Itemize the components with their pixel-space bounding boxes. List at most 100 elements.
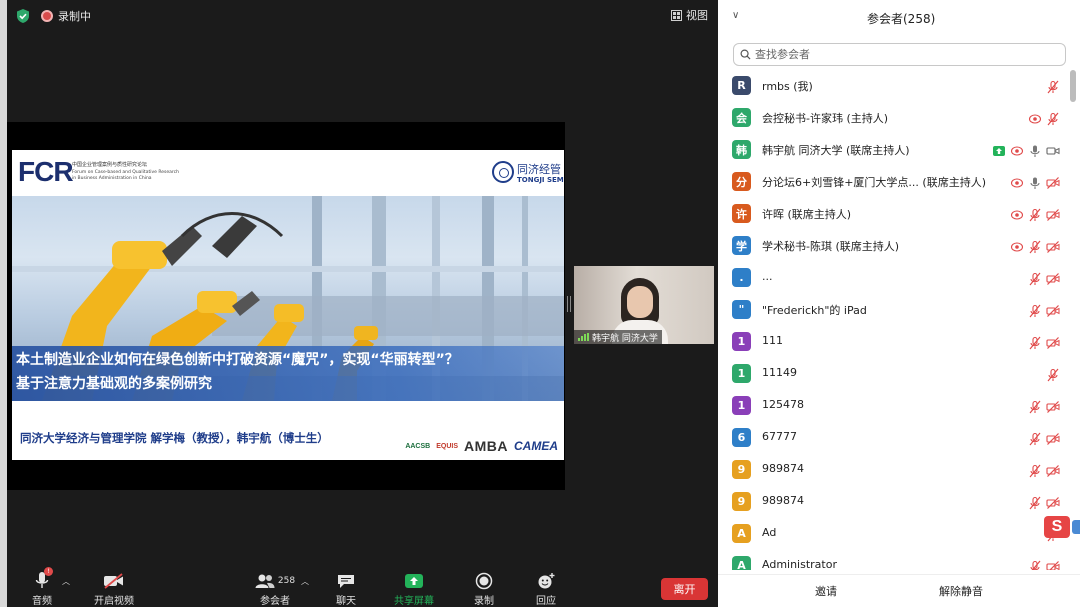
- record-button[interactable]: 录制: [469, 566, 499, 607]
- participant-row[interactable]: 9 989874: [718, 454, 1068, 486]
- participant-row[interactable]: A Ad: [718, 518, 1068, 550]
- forum-name-en-line1: Forum on Case-based and Qualitative Rese…: [72, 170, 179, 175]
- invite-button[interactable]: 邀请: [815, 583, 837, 599]
- video-off-icon[interactable]: [1046, 239, 1060, 253]
- reactions-label: 回应: [536, 596, 556, 607]
- participant-row[interactable]: Rrmbs (我): [718, 70, 1068, 102]
- presentation-slide: FCR 中国企业管理案例与质性研究论坛 Forum on Case-based …: [12, 150, 564, 460]
- signal-strength-icon: [578, 333, 589, 341]
- video-off-icon[interactable]: [1046, 463, 1060, 477]
- shield-icon[interactable]: [15, 8, 31, 24]
- recording-icon: [41, 10, 53, 22]
- participant-row[interactable]: 分分论坛6+刘雪锋+厦门大学点... (联席主持人): [718, 166, 1068, 198]
- share-icon: [992, 143, 1006, 157]
- audio-label: 音频: [32, 596, 52, 607]
- chat-label: 聊天: [336, 596, 356, 607]
- school-name-cn: 同济经管: [517, 163, 561, 176]
- participant-row[interactable]: 1 11149: [718, 358, 1068, 390]
- aacsb-logo: AACSB: [405, 442, 431, 450]
- mic-muted-icon[interactable]: [1028, 335, 1042, 350]
- participants-panel-title: 参会者(258): [867, 12, 936, 26]
- unmute-all-button[interactable]: 解除静音: [939, 583, 983, 599]
- participant-name: 67777: [762, 430, 797, 443]
- desktop-edge: [0, 0, 7, 607]
- mic-muted-icon[interactable]: [1028, 559, 1042, 570]
- speaker-video-tile[interactable]: 韩宇航 同济大学: [574, 266, 714, 344]
- chat-icon: [338, 574, 354, 588]
- video-off-icon[interactable]: [1046, 271, 1060, 285]
- participant-row[interactable]: 1 125478: [718, 390, 1068, 422]
- mic-muted-icon[interactable]: [1028, 239, 1042, 254]
- participant-row[interactable]: 1 111: [718, 326, 1068, 358]
- chat-button[interactable]: 聊天: [331, 566, 361, 607]
- participant-row[interactable]: 学学术秘书-陈琪 (联席主持人): [718, 230, 1068, 262]
- start-video-button[interactable]: 开启视频: [89, 566, 139, 607]
- participant-search-box[interactable]: [733, 43, 1066, 66]
- reactions-button[interactable]: 回应: [531, 566, 561, 607]
- participant-name: ...: [762, 270, 773, 283]
- video-icon[interactable]: [1046, 143, 1060, 157]
- video-off-icon[interactable]: [1046, 495, 1060, 509]
- mic-muted-icon[interactable]: [1028, 399, 1042, 414]
- video-off-icon[interactable]: [1046, 303, 1060, 317]
- mic-muted-icon[interactable]: [1046, 111, 1060, 126]
- participant-row[interactable]: 许许晖 (联席主持人): [718, 198, 1068, 230]
- participant-row[interactable]: ....: [718, 262, 1068, 294]
- participant-name: 分论坛6+刘雪锋+厦门大学点... (联席主持人): [762, 176, 987, 189]
- participants-options-caret-icon[interactable]: ︿: [301, 576, 309, 587]
- leave-meeting-button[interactable]: 离开: [661, 578, 708, 600]
- participants-panel-header: ∨ 参会者(258): [718, 0, 1080, 36]
- participant-row[interactable]: A Administrator: [718, 550, 1068, 570]
- participant-row[interactable]: 6 67777: [718, 422, 1068, 454]
- participant-row[interactable]: 韩韩宇航 同济大学 (联席主持人): [718, 134, 1068, 166]
- slide-title-line1: 本土制造业企业如何在绿色创新中打破资源“魔咒”，实现“华丽转型”？: [16, 352, 459, 368]
- audio-button[interactable]: ! 音频: [27, 566, 57, 607]
- reaction-smiley-icon: [538, 572, 555, 588]
- participant-avatar: 1: [732, 332, 751, 351]
- video-off-icon[interactable]: [1046, 335, 1060, 349]
- tongji-seal-icon: [492, 161, 514, 183]
- audio-options-caret-icon[interactable]: ︿: [62, 576, 70, 587]
- amba-logo: AMBA: [464, 438, 508, 454]
- sogou-ime-icon[interactable]: S: [1044, 516, 1070, 538]
- participant-search-input[interactable]: [755, 48, 1055, 61]
- mic-muted-icon[interactable]: [1028, 431, 1042, 446]
- participants-button[interactable]: 258 参会者: [245, 566, 305, 607]
- participant-row[interactable]: " "Frederickh"的 iPad: [718, 294, 1068, 326]
- split-divider-handle[interactable]: [567, 296, 571, 312]
- participants-label: 参会者: [260, 596, 290, 607]
- participant-avatar: A: [732, 524, 751, 543]
- mic-icon[interactable]: [1028, 143, 1042, 157]
- video-off-icon[interactable]: [1046, 175, 1060, 189]
- view-button[interactable]: 视图: [671, 7, 708, 23]
- participants-panel: ∨ 参会者(258) Rrmbs (我)会会控秘书-许家玮 (主持人)韩韩宇航 …: [718, 0, 1080, 607]
- share-screen-label: 共享屏幕: [394, 596, 434, 607]
- video-off-icon[interactable]: [1046, 399, 1060, 413]
- participant-name: 989874: [762, 462, 804, 475]
- record-icon: [1010, 207, 1024, 221]
- mic-muted-icon[interactable]: [1028, 303, 1042, 318]
- mic-muted-icon[interactable]: [1028, 207, 1042, 222]
- audio-warning-badge: !: [44, 567, 53, 576]
- video-off-icon[interactable]: [1046, 207, 1060, 221]
- accreditation-logos: AACSB EQUIS AMBA CAMEA: [405, 438, 558, 454]
- participant-avatar: 会: [732, 108, 751, 127]
- participant-row[interactable]: 9 989874: [718, 486, 1068, 518]
- mic-icon[interactable]: [1028, 175, 1042, 189]
- mic-muted-icon[interactable]: [1028, 495, 1042, 510]
- participant-avatar: 1: [732, 364, 751, 383]
- video-off-icon[interactable]: [1046, 431, 1060, 445]
- video-off-icon[interactable]: [1046, 559, 1060, 570]
- meeting-toolbar: ! 音频 ︿ 开启视频 258 参会者 ︿ 聊天 共享屏幕 录制 回应 离开: [7, 566, 718, 607]
- mic-muted-icon[interactable]: [1046, 367, 1060, 382]
- mic-muted-icon[interactable]: [1028, 463, 1042, 478]
- mic-muted-icon[interactable]: [1028, 271, 1042, 286]
- mic-muted-icon[interactable]: [1046, 79, 1060, 94]
- slide-header: FCR 中国企业管理案例与质性研究论坛 Forum on Case-based …: [12, 150, 564, 196]
- participant-row[interactable]: 会会控秘书-许家玮 (主持人): [718, 102, 1068, 134]
- ime-side-tab[interactable]: [1072, 520, 1080, 534]
- recording-label: 录制中: [58, 10, 91, 23]
- participant-list-scrollbar[interactable]: [1070, 70, 1076, 102]
- collapse-panel-chevron-down-icon[interactable]: ∨: [732, 10, 739, 21]
- share-screen-button[interactable]: 共享屏幕: [391, 566, 437, 607]
